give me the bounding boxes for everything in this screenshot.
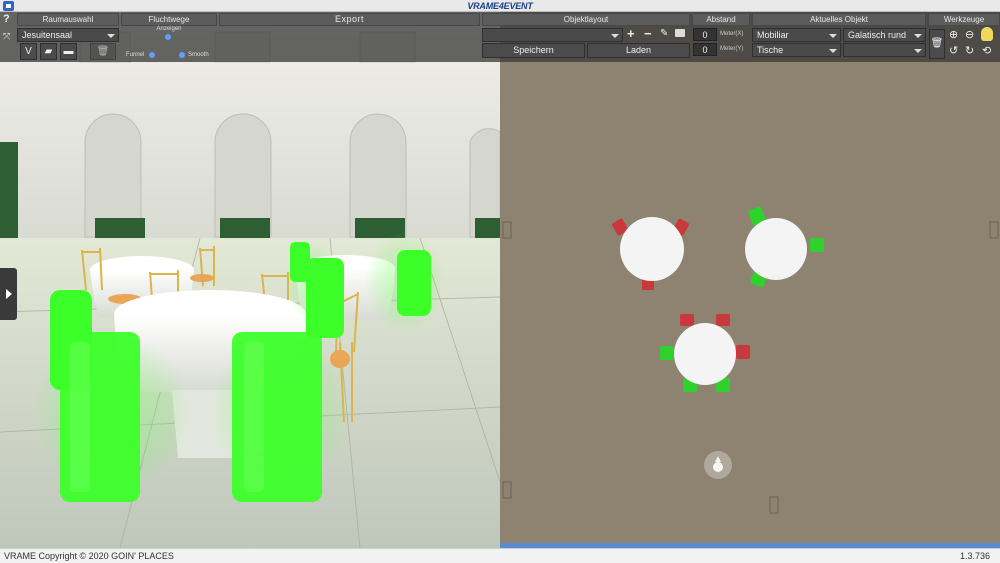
chevron-down-icon (829, 49, 837, 53)
chevron-down-icon (914, 34, 922, 38)
delete-object-button[interactable]: 🗑 (929, 29, 945, 59)
zoom-out-icon[interactable]: ⊖ (965, 28, 974, 41)
scene-2d-view[interactable] (500, 12, 1000, 548)
load-button[interactable]: Laden (587, 43, 690, 58)
variant-select[interactable] (843, 43, 926, 57)
anzeigen-toggle[interactable] (165, 34, 171, 40)
aktuelles-objekt-section: Aktuelles Objekt Mobiliar Galatisch rund… (752, 12, 926, 62)
main-toolbar: ? ⤧ Raumauswahl Jesuitensaal V ▰ ▬ 🗑 Flu… (0, 12, 1000, 62)
scene-3d-render (0, 12, 500, 548)
category-select-value: Mobiliar (757, 30, 789, 40)
copyright-text: VRAME Copyright © 2020 GOIN' PLACES (4, 551, 174, 561)
version-text: 1.3.736 (959, 551, 990, 561)
raumauswahl-section: Raumauswahl Jesuitensaal V ▰ ▬ 🗑 (17, 12, 119, 62)
model-select-value: Galatisch rund (848, 30, 907, 40)
layout-select[interactable] (482, 28, 623, 42)
open-room-button[interactable]: ▰ (40, 43, 57, 60)
plus-icon[interactable]: + (627, 26, 635, 41)
export-button[interactable]: Export (219, 13, 480, 26)
type-select-value: Tische (757, 45, 784, 55)
pen-icon[interactable]: ✎ (660, 28, 668, 39)
chevron-down-icon (914, 49, 922, 53)
zoom-in-icon[interactable]: ⊕ (949, 28, 958, 41)
chevron-down-icon (107, 34, 115, 38)
model-select[interactable]: Galatisch rund (843, 28, 926, 42)
chevron-down-icon (829, 34, 837, 38)
help-icon[interactable]: ? (3, 13, 10, 25)
abstand-section: Abstand 0 Meter(X) 0 Meter(Y) (692, 12, 750, 62)
smooth-label: Smooth (188, 52, 209, 58)
funnel-toggle[interactable] (149, 52, 155, 58)
anzeigen-label: Anzeigen (156, 26, 182, 32)
smooth-toggle[interactable] (179, 52, 185, 58)
distance-y-unit: Meter(Y) (720, 46, 744, 52)
minus-icon[interactable]: − (644, 26, 652, 41)
werkzeuge-section: Werkzeuge 🗑 ⊕ ⊖ ↺ ↻ ⟲ (928, 12, 1000, 62)
fluchtwege-header: Fluchtwege (121, 13, 217, 26)
distance-y-input[interactable]: 0 (693, 43, 717, 56)
room-select-value: Jesuitensaal (22, 30, 73, 40)
menu-toggle-icon[interactable] (0, 268, 17, 320)
rotate-right-icon[interactable]: ↻ (965, 44, 974, 57)
chart-button[interactable]: V (20, 43, 37, 60)
abstand-header: Abstand (692, 13, 750, 26)
folder-open-icon: ▰ (44, 46, 53, 57)
chevron-down-icon (611, 34, 619, 38)
title-bar: VRAME4EVENT (0, 0, 1000, 12)
scene-2d-render (500, 12, 1000, 548)
toolbar-left-column: ? ⤧ (0, 12, 16, 62)
funnel-label: Funnel (126, 52, 145, 58)
expand-icon[interactable]: ⤧ (3, 31, 10, 42)
trash-icon: 🗑 (96, 46, 110, 57)
fluchtwege-section: Fluchtwege Anzeigen Funnel Smooth (121, 12, 217, 62)
folder-button[interactable]: ▬ (60, 43, 77, 60)
folder-small-icon[interactable] (675, 29, 685, 37)
export-section: Export (219, 12, 480, 62)
distance-x-unit: Meter(X) (720, 31, 744, 37)
app-logo: VRAME4EVENT (467, 1, 533, 11)
folder-icon: ▬ (63, 46, 74, 57)
room-select[interactable]: Jesuitensaal (17, 28, 119, 42)
objektlayout-header: Objektlayout (482, 13, 690, 26)
rotate-left-icon[interactable]: ↺ (949, 44, 958, 57)
status-bar: VRAME Copyright © 2020 GOIN' PLACES 1.3.… (0, 548, 1000, 563)
aktuelles-objekt-header: Aktuelles Objekt (752, 13, 926, 26)
raumauswahl-header: Raumauswahl (17, 13, 119, 26)
type-select[interactable]: Tische (752, 43, 841, 57)
scene-3d-view[interactable] (0, 12, 500, 548)
trash-icon: 🗑 (930, 38, 944, 49)
werkzeuge-header: Werkzeuge (928, 13, 1000, 26)
reset-icon[interactable]: ⟲ (982, 44, 991, 57)
objektlayout-section: Objektlayout + − ✎ Speichern Laden (482, 12, 690, 62)
lightbulb-icon[interactable] (981, 27, 993, 41)
category-select[interactable]: Mobiliar (752, 28, 841, 42)
chart-icon: V (25, 46, 32, 57)
delete-room-button[interactable]: 🗑 (90, 43, 116, 60)
distance-x-input[interactable]: 0 (693, 28, 717, 41)
save-button[interactable]: Speichern (482, 43, 585, 58)
